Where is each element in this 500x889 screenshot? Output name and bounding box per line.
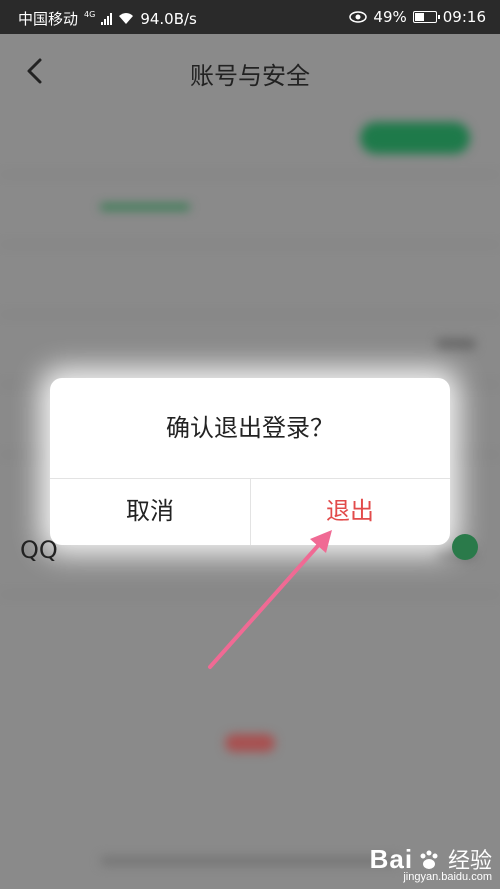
- signal-icon: [101, 12, 113, 25]
- wifi-icon: [119, 13, 134, 24]
- paw-icon: [420, 850, 438, 869]
- footer-link: [100, 856, 400, 866]
- top-app-bar: 账号与安全: [0, 34, 500, 112]
- settings-row: [0, 314, 500, 385]
- status-bar: 中国移动 4G 94.0B/s 49% 09:16: [0, 0, 500, 34]
- dialog-message: 确认退出登录？: [166, 414, 334, 442]
- toggle-switch: [360, 122, 470, 154]
- eye-icon: [349, 11, 368, 23]
- watermark-suffix: 经验: [447, 848, 492, 873]
- qq-label: QQ: [20, 536, 58, 564]
- network-badge: 4G: [84, 10, 96, 19]
- settings-row: [0, 104, 500, 175]
- carrier-label: 中国移动: [18, 10, 79, 28]
- network-speed: 94.0B/s: [140, 9, 197, 28]
- row-value: [436, 338, 476, 350]
- settings-row: [0, 244, 500, 315]
- settings-row: [0, 174, 500, 245]
- battery-percent: 49%: [373, 8, 407, 26]
- annotation-arrow-icon: [208, 530, 332, 669]
- qq-toggle: [452, 534, 478, 560]
- battery-icon: [412, 11, 440, 23]
- clock: 09:16: [442, 8, 486, 26]
- page-title: 账号与安全: [190, 62, 310, 90]
- baidu-jingyan-watermark: Bai 经验 jingyan.baidu.com: [370, 843, 492, 883]
- logout-button: [225, 734, 275, 752]
- logout-confirm-dialog: 确认退出登录？ 取消 退出: [50, 378, 450, 545]
- link-text: [100, 204, 190, 210]
- watermark-brand: Bai: [369, 844, 414, 874]
